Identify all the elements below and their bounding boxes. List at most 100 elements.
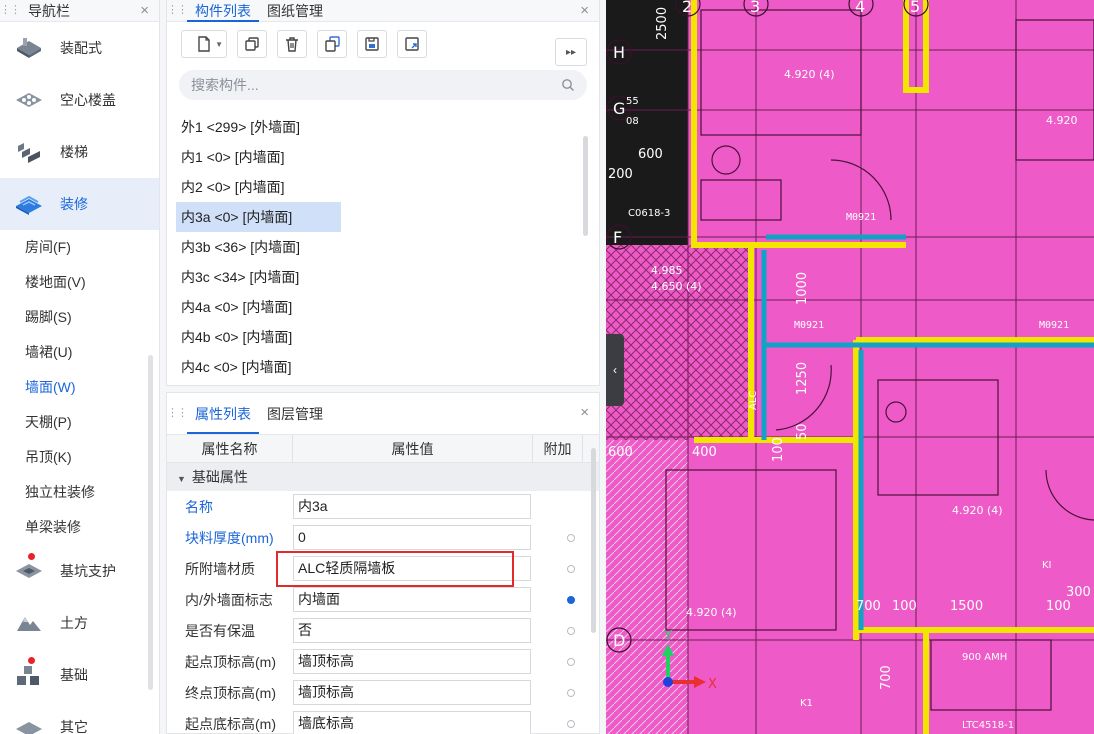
close-icon[interactable]: × (580, 393, 589, 433)
extra-cell (551, 626, 591, 635)
tab-drawing-management[interactable]: 图纸管理 (259, 0, 331, 22)
list-item[interactable]: 内3c <34> [内墙面] (167, 262, 599, 292)
property-value-field[interactable]: 内3a (293, 494, 531, 519)
foundation-pit-icon (14, 553, 44, 583)
nav-sub-skirting[interactable]: 踢脚(S) (0, 300, 159, 335)
property-value-field[interactable]: 墙顶标高 (293, 649, 531, 674)
nav-item-label: 装配式 (60, 40, 102, 56)
new-component-button[interactable]: ▼ (181, 30, 227, 58)
property-value-field[interactable]: 否 (293, 618, 531, 643)
property-row: 起点顶标高(m) 墙顶标高 (167, 646, 599, 677)
search-input[interactable] (191, 77, 561, 93)
extra-radio[interactable] (567, 626, 575, 635)
property-value-field[interactable]: 0 (293, 525, 531, 550)
drag-grip-icon[interactable]: ⋮⋮ (167, 408, 188, 419)
cad-drawing: H G F D 2 3 4 5 2500 600 200 1000 1250 6… (606, 0, 1094, 734)
tab-layer-management[interactable]: 图层管理 (259, 394, 331, 434)
extra-radio[interactable] (567, 564, 575, 573)
extra-radio-checked[interactable] (567, 595, 575, 604)
property-group-basic[interactable]: ▼ 基础属性 (167, 463, 599, 491)
property-row: 名称 内3a (167, 491, 599, 522)
drag-grip-icon[interactable]: ⋮⋮ (0, 5, 21, 16)
nav-sub-ceiling[interactable]: 天棚(P) (0, 405, 159, 440)
property-value-field[interactable]: 内墙面 (293, 587, 531, 612)
property-row: 块料厚度(mm) 0 (167, 522, 599, 553)
cad-hatch-area (606, 440, 688, 734)
stairs-icon (14, 140, 44, 164)
expand-toolbar-button[interactable]: ▸▸ (555, 38, 587, 66)
dimension-text: 300 (1066, 585, 1091, 600)
list-item-label: 外1 <299> [外墙面] (181, 119, 301, 135)
list-item-label: 内4b <0> [内墙面] (181, 329, 293, 345)
nav-sub-room[interactable]: 房间(F) (0, 230, 159, 265)
new-file-icon (198, 36, 210, 52)
extra-radio[interactable] (567, 688, 575, 697)
extra-radio[interactable] (567, 533, 575, 542)
nav-scrollbar[interactable] (148, 355, 153, 690)
column-header-extra: 附加 (533, 435, 583, 462)
drag-grip-icon[interactable]: ⋮⋮ (167, 5, 188, 16)
property-table-header: 属性名称 属性值 附加 (167, 435, 599, 463)
close-icon[interactable]: × (580, 0, 589, 22)
other-icon (14, 715, 44, 734)
elevation-text: 4.920 (1046, 114, 1078, 127)
tab-component-list[interactable]: 构件列表 (187, 0, 259, 22)
list-item[interactable]: 内4a <0> [内墙面] (167, 292, 599, 322)
extra-cell (551, 564, 591, 573)
list-item[interactable]: 内1 <0> [内墙面] (167, 142, 599, 172)
misc-label: C0618-3 (628, 208, 670, 219)
property-name: 起点底标高(m) (185, 715, 276, 732)
search-icon[interactable] (561, 78, 575, 92)
dimension-text: 700 (856, 599, 881, 614)
list-item[interactable]: 内4b <0> [内墙面] (167, 322, 599, 352)
elevation-text: 4.920 (4) (952, 504, 1003, 517)
extra-radio[interactable] (567, 657, 575, 666)
save-icon (365, 37, 379, 51)
property-panel-header: ⋮⋮ 属性列表 图层管理 × (167, 393, 599, 435)
close-icon[interactable]: × (140, 0, 149, 22)
export-button[interactable] (397, 30, 427, 58)
property-value-field[interactable]: 墙底标高 (293, 711, 531, 734)
nav-sub-column-finish[interactable]: 独立柱装修 (0, 475, 159, 510)
nav-item-prefab[interactable]: 装配式 (0, 22, 159, 74)
dimension-text: 2500 (655, 7, 670, 40)
nav-item-stairs[interactable]: 楼梯 (0, 126, 159, 178)
nav-item-foundation[interactable]: 基础 (0, 649, 159, 701)
property-row: 终点顶标高(m) 墙顶标高 (167, 677, 599, 708)
nav-sub-floor[interactable]: 楼地面(V) (0, 265, 159, 300)
property-scrollbar[interactable] (591, 448, 596, 633)
list-item-selected[interactable]: 内3a <0> [内墙面] (167, 202, 599, 232)
nav-item-foundation-pit[interactable]: 基坑支护 (0, 545, 159, 597)
chevron-left-icon: ‹ (613, 363, 617, 377)
notification-dot (28, 553, 35, 560)
list-item[interactable]: 内4c <0> [内墙面] (167, 352, 599, 382)
copy-to-floor-button[interactable] (317, 30, 347, 58)
nav-sub-dado[interactable]: 墙裙(U) (0, 335, 159, 370)
list-item-label: 内1 <0> [内墙面] (181, 149, 285, 165)
nav-sub-wall-surface[interactable]: 墙面(W) (0, 370, 159, 405)
copy-button[interactable] (237, 30, 267, 58)
list-item[interactable]: 外1 <299> [外墙面] (167, 112, 599, 142)
nav-item-decoration[interactable]: 装修 (0, 178, 159, 230)
delete-button[interactable] (277, 30, 307, 58)
nav-item-earthwork[interactable]: 土方 (0, 597, 159, 649)
nav-sub-suspended-ceiling[interactable]: 吊顶(K) (0, 440, 159, 475)
property-value-field[interactable]: 墙顶标高 (293, 680, 531, 705)
misc-label: 55 (626, 96, 639, 107)
axis-label: 4 (855, 0, 865, 16)
collapse-panel-handle[interactable]: ‹ (606, 334, 624, 406)
component-list-scrollbar[interactable] (583, 136, 588, 236)
door-label: M0921 (1039, 320, 1069, 331)
list-item[interactable]: 内2 <0> [内墙面] (167, 172, 599, 202)
tab-property-list[interactable]: 属性列表 (187, 394, 259, 434)
door-label: M0921 (846, 212, 876, 223)
list-item[interactable]: 内3b <36> [内墙面] (167, 232, 599, 262)
nav-sub-beam-finish[interactable]: 单梁装修 (0, 510, 159, 545)
extra-radio[interactable] (567, 719, 575, 728)
save-template-button[interactable] (357, 30, 387, 58)
dimension-text: 50 (795, 423, 810, 440)
cad-drawing-canvas[interactable]: H G F D 2 3 4 5 2500 600 200 1000 1250 6… (606, 0, 1094, 734)
nav-item-hollow-floor[interactable]: 空心楼盖 (0, 74, 159, 126)
nav-item-other[interactable]: 其它 (0, 701, 159, 734)
dimension-text: 1250 (795, 362, 810, 395)
